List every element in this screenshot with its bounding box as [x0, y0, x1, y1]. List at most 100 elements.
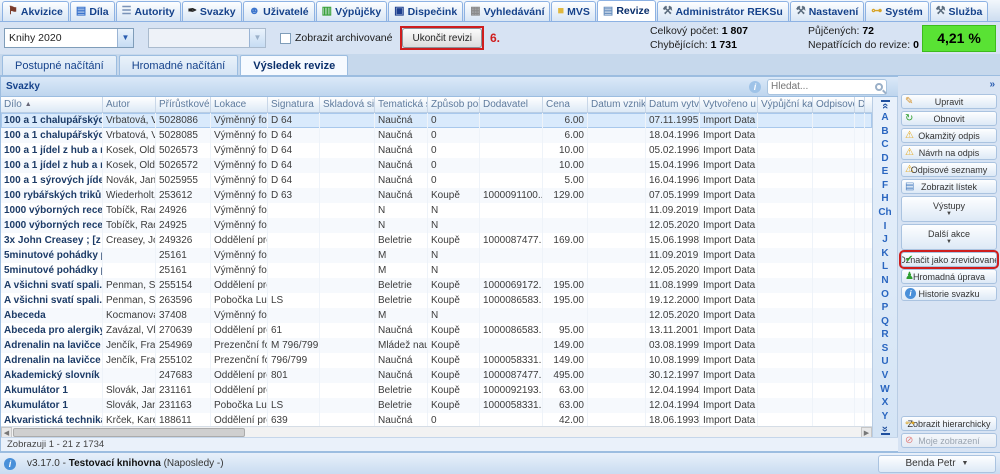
alphabet-letter[interactable]: L [878, 261, 891, 272]
module-tab[interactable]: ✒ Svazky [182, 1, 242, 21]
table-row[interactable]: 100 a 1 chalupářských p... Vrbatová, Ve.… [1, 128, 872, 143]
sidebar-action-button[interactable]: ⚠ Odpisové seznamy [901, 162, 997, 177]
alphabet-letter[interactable]: R [878, 329, 891, 340]
column-header[interactable]: Způsob poři .. [428, 97, 480, 112]
alphabet-letter[interactable]: I [878, 221, 891, 232]
scroll-right-icon[interactable]: ▶ [861, 427, 872, 438]
sidebar-action-button[interactable]: Výstupy ▼ [901, 196, 997, 222]
module-tab[interactable]: ☰ Autority [116, 1, 181, 21]
sidebar-action-button[interactable]: ✎ Upravit [901, 94, 997, 109]
table-row[interactable]: Abeceda pro alergiky a p... Zavázal, Vla… [1, 323, 872, 338]
revision-subtab[interactable]: Postupné načítání [2, 55, 117, 75]
chevron-down-icon[interactable]: ▼ [117, 29, 133, 47]
alphabet-letter[interactable]: P [878, 302, 891, 313]
table-row[interactable]: A všichni svatí spali. 2. díl Penman, Sh… [1, 278, 872, 293]
module-tab[interactable]: ⚑ Akvizice [2, 1, 69, 21]
sidebar-action-button[interactable]: Další akce ▼ [901, 224, 997, 250]
module-tab[interactable]: ▣ Dispečink [388, 1, 463, 21]
sidebar-action-button[interactable]: ⊶ Zobrazit hierarchicky [901, 416, 997, 431]
alphabet-letter[interactable]: N [878, 275, 891, 286]
column-header[interactable]: Signatura [268, 97, 320, 112]
table-row[interactable]: Abeceda Kocmanová, ... 37408 Výměnný fon… [1, 308, 872, 323]
alphabet-letter[interactable]: A [878, 112, 891, 123]
revision-subtab[interactable]: Výsledek revize [240, 55, 348, 75]
alphabet-letter[interactable]: Y [878, 411, 891, 422]
alphabet-letter[interactable]: W [878, 384, 891, 395]
column-header[interactable]: Datum vznik .. [588, 97, 646, 112]
double-chevron-up-icon[interactable]: « [881, 98, 890, 111]
alphabet-letter[interactable]: C [878, 139, 891, 150]
revision-subtab[interactable]: Hromadné načítání [119, 55, 239, 75]
column-header[interactable]: Odpisové číslo [813, 97, 855, 112]
alphabet-letter[interactable]: H [878, 193, 891, 204]
module-tab[interactable]: ▤ Revize [597, 0, 656, 21]
alphabet-letter[interactable]: U [878, 356, 891, 367]
module-tab[interactable]: ⚒ Administrátor REKSu [657, 1, 789, 21]
table-row[interactable]: Adrenalin na lavičce : zp... Jenčík, Fra… [1, 353, 872, 368]
search-icon[interactable] [875, 83, 883, 91]
column-header[interactable]: Autor [103, 97, 156, 112]
current-user-button[interactable]: Benda Petr ▼ [878, 455, 996, 473]
alphabet-letter[interactable]: S [878, 343, 891, 354]
column-header[interactable]: Přírůstkové .. [156, 97, 211, 112]
horizontal-scrollbar[interactable]: ◀ ▶ [1, 426, 872, 437]
module-tab[interactable]: ⚒ Nastavení [790, 1, 864, 21]
column-header[interactable]: Dodavatel [480, 97, 543, 112]
column-header[interactable]: Dílo▲ [1, 97, 103, 112]
alphabet-letter[interactable]: Q [878, 316, 891, 327]
alphabet-letter[interactable]: V [878, 370, 891, 381]
sidebar-action-button[interactable]: ✔ Označit jako zrevidované [901, 252, 997, 267]
sidebar-action-button[interactable]: ▤ Zobrazit lístek [901, 179, 997, 194]
alphabet-letter[interactable]: Ch [878, 207, 891, 218]
scroll-left-icon[interactable]: ◀ [1, 427, 12, 438]
column-header[interactable]: Výpůjční kat .. [758, 97, 813, 112]
table-row[interactable]: 100 a 1 sýrových jídel Novák, Jan 502595… [1, 173, 872, 188]
column-header[interactable]: Datum vytvo .. [646, 97, 700, 112]
collapse-panel-icon[interactable]: » [901, 78, 997, 94]
table-row[interactable]: 3x John Creasey ; [z ang... Creasey, Joh… [1, 233, 872, 248]
sidebar-action-button[interactable]: i Historie svazku [901, 286, 997, 301]
table-row[interactable]: 100 a 1 jídel z hub a na ... Kosek, Oldř… [1, 143, 872, 158]
column-header[interactable]: Skladová si .. [320, 97, 375, 112]
table-row[interactable]: 100 a 1 chalupářských p... Vrbatová, Ve.… [1, 113, 872, 128]
scrollbar-thumb[interactable] [13, 428, 245, 437]
chevron-down-icon[interactable]: ▼ [249, 29, 265, 47]
module-tab[interactable]: ⚒ Služba [930, 1, 989, 21]
revision-select[interactable]: Knihy 2020 ▼ [4, 28, 134, 48]
module-tab[interactable]: ■ MVS [551, 1, 595, 21]
table-row[interactable]: A všichni svatí spali. 2. díl Penman, Sh… [1, 293, 872, 308]
module-tab[interactable]: ⊶ Systém [865, 1, 928, 21]
table-row[interactable]: Akumulátor 1 Slovák, Jan, ... 231163 Pob… [1, 398, 872, 413]
sidebar-action-button[interactable]: ⊘ Moje zobrazení [901, 433, 997, 448]
sidebar-action-button[interactable]: ⚠ Okamžitý odpis [901, 128, 997, 143]
search-box[interactable] [767, 79, 887, 95]
search-input[interactable] [771, 81, 875, 92]
double-chevron-down-icon[interactable]: « [881, 423, 890, 436]
module-tab[interactable]: ▤ Díla [70, 1, 115, 21]
module-tab[interactable]: ▦ Vyhledávání [464, 1, 550, 21]
table-row[interactable]: 5minutové pohádky pře... 25161 Výměnný f… [1, 263, 872, 278]
table-row[interactable]: Akvaristická technika Krček, Karel, ... … [1, 413, 872, 426]
alphabet-letter[interactable]: J [878, 234, 891, 245]
alphabet-letter[interactable]: X [878, 397, 891, 408]
finish-revision-button[interactable]: Ukončit revizi [402, 28, 481, 48]
alphabet-letter[interactable]: E [878, 166, 891, 177]
table-row[interactable]: Akademický slovník cizíc... 247683 Odděl… [1, 368, 872, 383]
column-header[interactable]: Vytvořeno u .. [700, 97, 758, 112]
alphabet-letter[interactable]: D [878, 153, 891, 164]
secondary-select[interactable]: ▼ [148, 28, 266, 48]
column-header[interactable]: Lokace [211, 97, 268, 112]
table-row[interactable]: 100 a 1 jídel z hub a na ... Kosek, Oldř… [1, 158, 872, 173]
sidebar-action-button[interactable]: ↻ Obnovit [901, 111, 997, 126]
table-row[interactable]: Akumulátor 1 Slovák, Jan, ... 231161 Odd… [1, 383, 872, 398]
module-tab[interactable]: ☻ Uživatelé [243, 1, 315, 21]
column-header[interactable]: Dat [855, 97, 865, 112]
table-row[interactable]: 1000 výborných receptů Tobíčk, Radk... 2… [1, 218, 872, 233]
column-header[interactable]: Cena [543, 97, 588, 112]
table-row[interactable]: 5minutové pohádky pře... 25161 Výměnný f… [1, 248, 872, 263]
show-archived-checkbox[interactable] [280, 33, 291, 44]
column-header[interactable]: Tematická s .. [375, 97, 428, 112]
module-tab[interactable]: ▥ Výpůjčky [316, 1, 388, 21]
table-row[interactable]: Adrenalin na lavičce : zp... Jenčík, Fra… [1, 338, 872, 353]
alphabet-letter[interactable]: O [878, 289, 891, 300]
